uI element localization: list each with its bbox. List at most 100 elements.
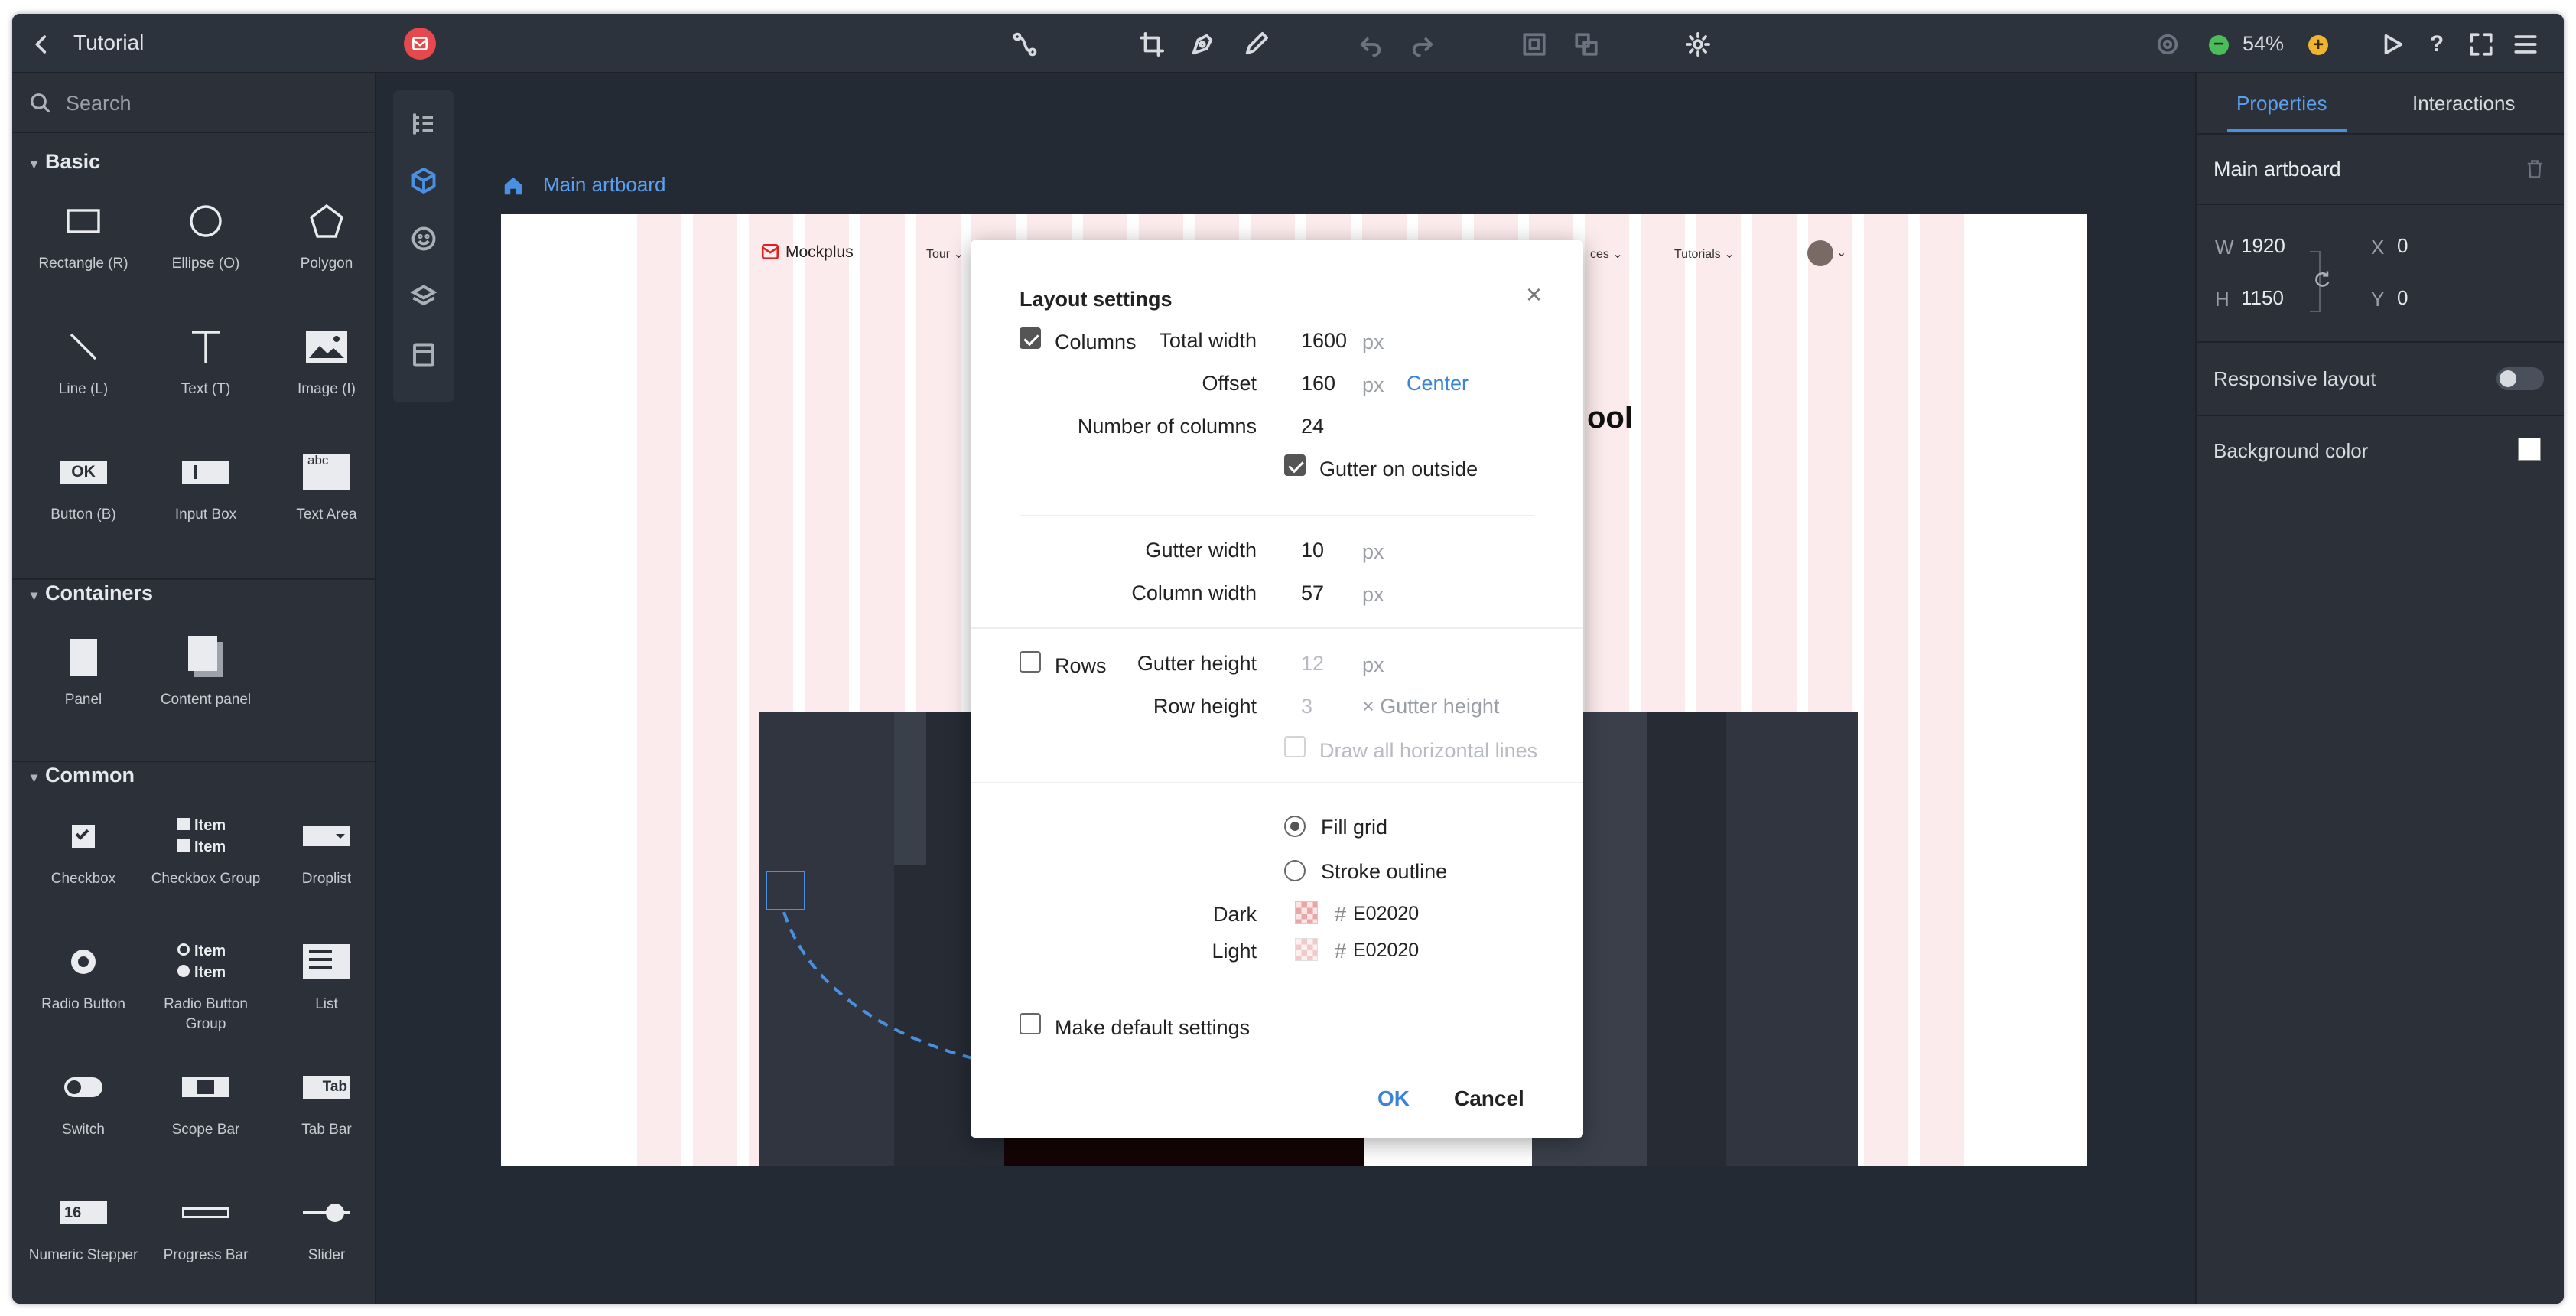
lib-label: Input Box (174, 507, 237, 523)
connect-icon[interactable] (1011, 31, 1039, 58)
lib-line[interactable]: Line (L) (26, 320, 141, 399)
project-title: Tutorial (73, 31, 145, 54)
rotate-lock-icon[interactable] (2311, 268, 2333, 291)
dark-color-input[interactable]: E02020 (1353, 903, 1419, 925)
lib-input-box[interactable]: Input Box (148, 445, 263, 525)
dialog-title: Layout settings (1020, 288, 1173, 311)
play-icon[interactable] (2379, 31, 2406, 58)
fill-grid-radio[interactable] (1284, 816, 1306, 837)
lib-list[interactable]: List (269, 935, 384, 1015)
lib-button[interactable]: OK Button (B) (26, 445, 141, 525)
draw-lines-checkbox[interactable] (1284, 736, 1306, 757)
components-cube-icon[interactable] (408, 165, 439, 196)
nav-resources[interactable]: ces ⌄ (1590, 246, 1623, 262)
tab-properties[interactable]: Properties (2236, 92, 2327, 116)
gutter-height-input[interactable]: 12 (1301, 652, 1324, 676)
responsive-layout-toggle[interactable] (2496, 367, 2544, 390)
lib-radio-button[interactable]: Radio Button (26, 935, 141, 1015)
column-width-input[interactable]: 57 (1301, 581, 1324, 605)
fullscreen-icon[interactable] (2467, 31, 2495, 58)
lib-slider[interactable]: Slider (269, 1186, 384, 1266)
lib-checkbox-group[interactable]: Item Item Checkbox Group (148, 809, 263, 889)
library-search[interactable]: Search (12, 73, 376, 133)
nav-tutorials[interactable]: Tutorials ⌄ (1674, 246, 1735, 262)
width-input[interactable]: 1920 (2241, 234, 2285, 258)
offset-input[interactable]: 160 (1301, 372, 1335, 396)
pencil-icon[interactable] (1242, 31, 1270, 58)
lib-droplist[interactable]: Droplist (269, 809, 384, 889)
page-icon[interactable] (408, 340, 439, 370)
lib-content-panel[interactable]: Content panel (148, 630, 263, 710)
help-icon[interactable]: ? (2423, 31, 2451, 58)
back-icon[interactable] (28, 31, 55, 58)
zoom-in-button[interactable]: + (2308, 35, 2328, 55)
pen-tool-icon[interactable] (1189, 31, 1216, 58)
zoom-out-button[interactable]: − (2209, 35, 2229, 55)
default-settings-checkbox[interactable] (1020, 1013, 1041, 1034)
lib-label: Rectangle (R) (38, 256, 128, 272)
background-color-swatch[interactable] (2518, 438, 2541, 461)
rows-checkbox[interactable] (1020, 651, 1041, 673)
layers-icon[interactable] (408, 282, 439, 312)
lib-panel[interactable]: Panel (26, 630, 141, 710)
height-input[interactable]: 1150 (2241, 286, 2284, 310)
ok-button[interactable]: OK (1377, 1086, 1410, 1111)
button-icon: OK (60, 461, 107, 484)
cancel-button[interactable]: Cancel (1454, 1086, 1524, 1111)
lib-image[interactable]: Image (I) (269, 320, 384, 399)
close-icon[interactable]: × (1526, 279, 1542, 311)
line-icon (70, 333, 97, 360)
total-width-input[interactable]: 1600 (1301, 329, 1347, 353)
artboard-label[interactable]: Main artboard (543, 173, 665, 197)
lib-radio-button-group[interactable]: Item Item Radio Button Group (148, 935, 263, 1034)
columns-checkbox[interactable] (1020, 327, 1041, 349)
tab-bar-icon: Tab (303, 1076, 350, 1099)
nav-tour[interactable]: Tour ⌄ (926, 246, 964, 262)
layout-settings-dialog: Layout settings × Columns Total width 16… (971, 240, 1583, 1138)
responsive-layout-label: Responsive layout (2213, 367, 2376, 390)
section-basic[interactable]: ▾ Basic (31, 150, 100, 174)
row-height-input[interactable]: 3 (1301, 695, 1312, 718)
light-color-swatch[interactable] (1295, 938, 1318, 961)
lib-numeric-stepper[interactable]: 16 Numeric Stepper (26, 1186, 141, 1266)
lib-tab-bar[interactable]: Tab Tab Bar (269, 1060, 384, 1140)
section-common[interactable]: ▾ Common (31, 764, 135, 787)
stroke-outline-radio[interactable] (1284, 860, 1306, 881)
emoji-icon[interactable] (408, 223, 439, 254)
center-link[interactable]: Center (1407, 372, 1469, 396)
gutter-outside-checkbox[interactable] (1284, 454, 1306, 476)
lib-scope-bar[interactable]: Scope Bar (148, 1060, 263, 1140)
search-input[interactable]: Search (66, 92, 132, 116)
logo-icon[interactable] (404, 28, 436, 60)
lib-text[interactable]: Text (T) (148, 320, 263, 399)
crop-icon[interactable] (1138, 31, 1166, 58)
y-input[interactable]: 0 (2397, 286, 2408, 310)
target-icon[interactable] (2154, 31, 2181, 58)
undo-icon[interactable] (1357, 31, 1384, 58)
search-icon (31, 93, 50, 113)
lib-label: Image (I) (297, 381, 356, 397)
lib-progress-bar[interactable]: Progress Bar (148, 1186, 263, 1266)
ungroup-icon[interactable] (1573, 31, 1600, 58)
gutter-width-input[interactable]: 10 (1301, 539, 1324, 562)
trash-icon[interactable] (2524, 158, 2545, 181)
tab-interactions[interactable]: Interactions (2412, 92, 2515, 116)
lib-text-area[interactable]: abc Text Area (269, 445, 384, 525)
x-input[interactable]: 0 (2397, 234, 2408, 258)
lib-checkbox[interactable]: Checkbox (26, 809, 141, 889)
outline-icon[interactable] (408, 109, 439, 139)
redo-icon[interactable] (1409, 31, 1436, 58)
lib-rectangle[interactable]: Rectangle (R) (26, 194, 141, 274)
lib-ellipse[interactable]: Ellipse (O) (148, 194, 263, 274)
lib-switch[interactable]: Switch (26, 1060, 141, 1140)
menu-icon[interactable] (2512, 31, 2539, 58)
lib-polygon[interactable]: Polygon (269, 194, 384, 274)
avatar[interactable] (1807, 240, 1833, 266)
number-of-columns-input[interactable]: 24 (1301, 415, 1324, 438)
light-color-input[interactable]: E02020 (1353, 940, 1419, 962)
lib-label: List (315, 996, 338, 1012)
group-icon[interactable] (1521, 31, 1548, 58)
settings-gear-icon[interactable] (1684, 31, 1712, 58)
dark-color-swatch[interactable] (1295, 901, 1318, 924)
section-containers[interactable]: ▾ Containers (31, 581, 153, 605)
